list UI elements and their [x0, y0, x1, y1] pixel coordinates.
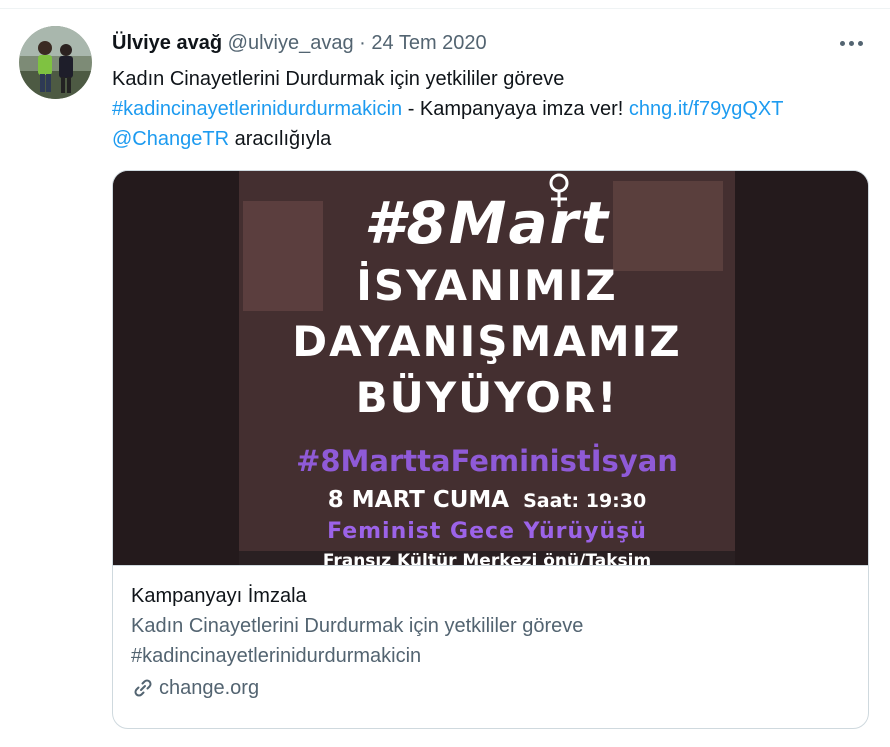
card-description-line-1: Kadın Cinayetlerini Durdurmak için yetki…: [131, 615, 584, 637]
poster-headline-1: İSYANIMIZ: [356, 261, 618, 310]
tweet-header: Ülviye avağ @ulviye_avag · 24 Tem 2020: [112, 30, 487, 56]
poster-headline-3: BÜYÜYOR!: [355, 373, 619, 422]
card-domain-text: change.org: [159, 677, 260, 699]
card-image[interactable]: #8Mart İSYANIMIZ DAYANIŞMAMIZ BÜYÜYOR! #…: [113, 171, 868, 566]
poster-date: 8 MART CUMA: [327, 487, 510, 513]
link-preview-card[interactable]: #8Mart İSYANIMIZ DAYANIŞMAMIZ BÜYÜYOR! #…: [112, 170, 869, 729]
poster-headline-2: DAYANIŞMAMIZ: [292, 317, 682, 366]
card-title: Kampanyayı İmzala: [131, 585, 307, 607]
more-dot: [848, 40, 854, 46]
poster-date-line: 8 MART CUMA Saat: 19:30: [239, 487, 735, 513]
card-body: Kampanyayı İmzala Kadın Cinayetlerini Du…: [131, 581, 851, 703]
mention-link[interactable]: @ChangeTR: [112, 128, 229, 150]
hashtag-link[interactable]: #kadincinayetlerinidurdurmakicin: [112, 98, 402, 120]
tweet-text-end: aracılığıyla: [229, 128, 332, 150]
tweet-text-middle: - Kampanyaya imza ver!: [402, 98, 629, 120]
top-divider: [0, 8, 890, 9]
card-description-line-2: #kadincinayetlerinidurdurmakicin: [131, 645, 422, 667]
card-description: Kadın Cinayetlerini Durdurmak için yetki…: [131, 611, 851, 671]
author-handle[interactable]: @ulviye_avag: [228, 32, 354, 54]
avatar-photo: [19, 26, 92, 99]
link-icon: [131, 676, 155, 700]
avatar[interactable]: [19, 26, 92, 99]
poster-event: Feminist Gece Yürüyüşü: [327, 519, 647, 544]
tweet-date[interactable]: 24 Tem 2020: [371, 32, 486, 54]
tweet-text-line-2: #kadincinayetlerinidurdurmakicin - Kampa…: [112, 94, 882, 124]
poster-venue: Fransız Kültür Merkezi önü/Taksim: [322, 551, 652, 566]
author-name[interactable]: Ülviye avağ: [112, 32, 222, 54]
poster-campaign-hashtag: #8MarttaFeministİsyan: [296, 444, 678, 478]
header-separator: ·: [359, 32, 366, 54]
tweet-text: Kadın Cinayetlerini Durdurmak için yetki…: [112, 64, 882, 154]
more-options-icon[interactable]: [836, 30, 866, 56]
poster-hashtag: #8Mart: [364, 189, 610, 257]
more-dot: [839, 40, 845, 46]
tweet-text-line-1: Kadın Cinayetlerini Durdurmak için yetki…: [112, 68, 565, 90]
tweet-text-line-3: @ChangeTR aracılığıyla: [112, 124, 882, 154]
short-link[interactable]: chng.it/f79ygQXT: [629, 98, 784, 120]
poster: #8Mart İSYANIMIZ DAYANIŞMAMIZ BÜYÜYOR! #…: [239, 171, 735, 566]
poster-time: Saat: 19:30: [523, 490, 647, 512]
card-domain: change.org: [131, 673, 851, 703]
more-dot: [857, 40, 863, 46]
